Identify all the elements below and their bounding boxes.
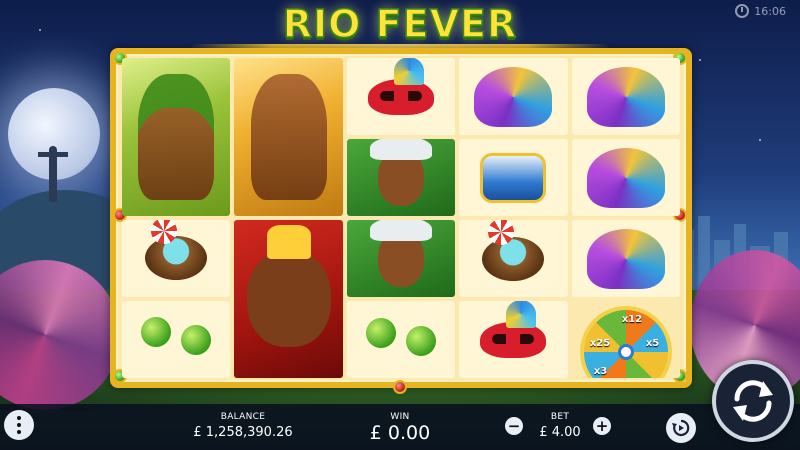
coconut-icon — [482, 220, 545, 281]
symbol-dancer-green — [122, 58, 231, 216]
symbol-dancer-portrait — [346, 139, 456, 216]
symbol-maracas — [122, 300, 231, 378]
autoplay-icon — [672, 419, 690, 437]
symbol-dancer-red-headdress — [234, 220, 343, 378]
reel-1 — [122, 58, 231, 378]
symbol-maracas — [346, 301, 456, 378]
wheel-hub — [617, 343, 634, 360]
spin-icon — [733, 380, 773, 422]
win-value: £ 0.00 — [369, 422, 431, 444]
bonus-wheel-icon: x12 x25 x5 x3 — [579, 305, 672, 378]
reels-grid: x12 x25 x5 x3 — [122, 58, 681, 378]
symbol-cocktail-coconut — [459, 220, 568, 297]
bet-increase-button[interactable]: + — [593, 417, 611, 435]
symbol-drum — [459, 139, 568, 216]
wheel-label: x12 — [621, 313, 643, 325]
feathers-icon — [586, 66, 665, 127]
clock: 16:06 — [735, 4, 786, 18]
reel-4 — [459, 58, 568, 378]
win-display: WIN £ 0.00 — [360, 412, 440, 444]
symbol-dancer-portrait — [346, 220, 456, 297]
clock-icon — [735, 4, 750, 18]
maracas-icon — [141, 317, 212, 361]
bet-decrease-button[interactable]: − — [505, 417, 523, 435]
symbol-bonus-wheel: x12 x25 x5 x3 — [571, 301, 681, 378]
feathers-icon — [586, 147, 665, 208]
reel-3 — [346, 58, 456, 378]
autoplay-button[interactable] — [666, 413, 696, 443]
more-vertical-icon — [17, 416, 21, 420]
win-label: WIN — [390, 412, 410, 422]
drum-icon — [480, 152, 547, 203]
balance-display: BALANCE £ 1,258,390.26 — [188, 412, 298, 440]
bet-label: BET — [550, 412, 570, 422]
feathers-icon — [474, 66, 553, 127]
symbol-feather-headdress — [459, 58, 568, 135]
wheel-label: x5 — [645, 337, 660, 349]
dancer-face-icon — [370, 139, 433, 206]
payline-marker-icon — [393, 380, 407, 394]
reel-5: x12 x25 x5 x3 — [571, 58, 681, 378]
balance-value: £ 1,258,390.26 — [193, 425, 293, 440]
wheel-label: x3 — [593, 365, 608, 377]
game-title: RIO FEVER — [282, 1, 518, 47]
symbol-carnival-mask — [459, 301, 568, 378]
dancer-face-icon — [370, 220, 433, 287]
symbol-carnival-mask — [346, 58, 456, 135]
wheel-label: x25 — [589, 337, 611, 349]
balance-label: BALANCE — [220, 412, 266, 422]
mask-icon — [480, 301, 547, 358]
symbol-feather-headdress — [571, 139, 681, 216]
symbol-feather-headdress — [571, 220, 681, 297]
menu-button[interactable] — [4, 410, 34, 440]
dancer-face-icon — [246, 225, 331, 347]
symbol-feather-headdress — [571, 58, 681, 135]
clock-time: 16:06 — [754, 4, 786, 18]
feathers-icon — [586, 228, 665, 289]
christ-redeemer-statue-icon — [38, 142, 68, 202]
bet-value: £ 4.00 — [539, 425, 581, 440]
maracas-icon — [366, 317, 437, 362]
coconut-icon — [145, 219, 208, 281]
symbol-dancer-gold — [234, 58, 343, 216]
bet-display: BET £ 4.00 — [528, 412, 592, 440]
mask-icon — [368, 58, 435, 115]
symbol-cocktail-coconut — [122, 219, 231, 297]
spin-button[interactable] — [712, 360, 794, 442]
reel-2 — [234, 58, 343, 378]
